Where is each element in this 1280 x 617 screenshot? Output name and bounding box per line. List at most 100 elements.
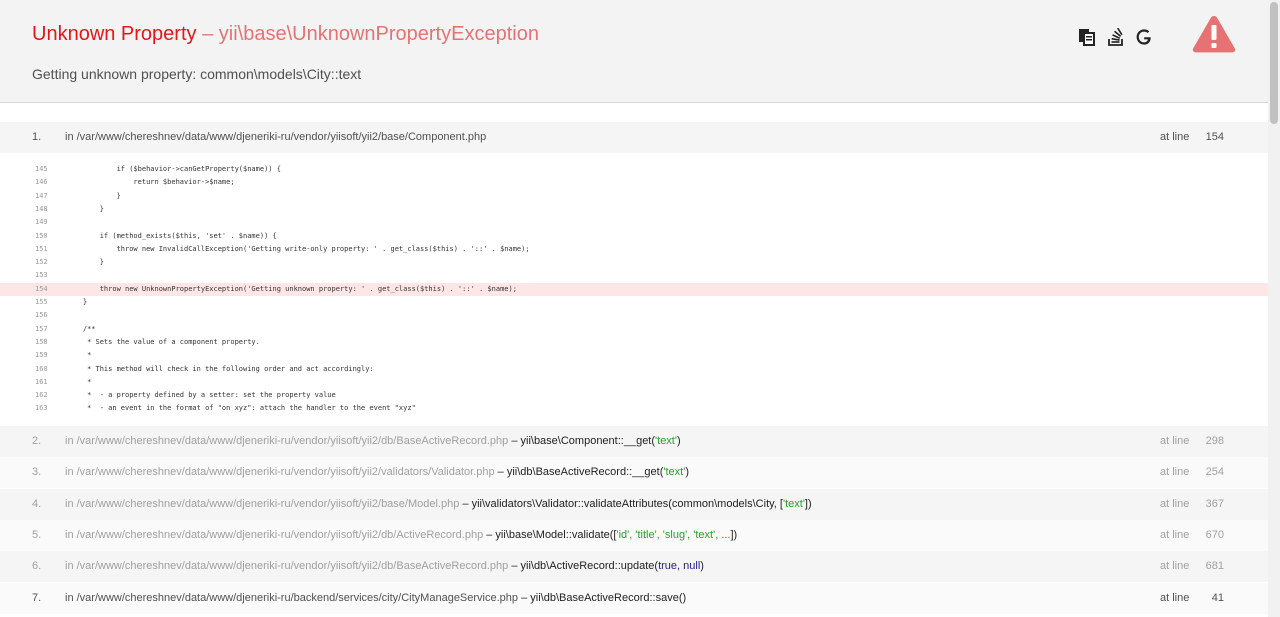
code-line: 161 * (0, 376, 1268, 389)
code-line-text: if ($behavior->canGetProperty($name)) { (66, 165, 281, 173)
frame-args: 'text' (782, 498, 805, 510)
code-line-text: return $behavior->$name; (66, 178, 235, 187)
frame-at-line-label: at line (1160, 498, 1190, 510)
stack-frame-3[interactable]: 3. in /var/www/chereshnev/data/www/djener… (0, 457, 1268, 488)
code-line-number: 152 (35, 258, 48, 267)
code-line-number: 147 (35, 191, 48, 200)
code-line: 156 (0, 309, 1268, 322)
frame-close: ) (676, 435, 681, 447)
code-line-text: } (66, 298, 88, 306)
code-line-text: * - a property defined by a setter: set … (66, 391, 336, 400)
frame-method: yii\db\ActiveRecord::update( (520, 560, 659, 572)
code-line: 157 /** (0, 323, 1268, 336)
frame-file: in /var/www/chereshnev/data/www/djenerik… (65, 131, 487, 143)
frame-line-number: 254 (1205, 466, 1224, 478)
frame-close: ]) (804, 498, 812, 510)
code-line: 163 * - an event in the format of "on xy… (0, 402, 1268, 415)
frame-separator: – (508, 435, 521, 447)
frame-separator: – (459, 498, 472, 510)
page-title: Unknown Property – yii\base\UnknownPrope… (32, 23, 539, 46)
frame-line-number: 670 (1205, 529, 1224, 541)
vertical-scrollbar[interactable] (1268, 0, 1280, 617)
code-line-number: 156 (35, 311, 48, 320)
frame-at-line-label: at line (1160, 529, 1190, 541)
frame-file: in /var/www/chereshnev/data/www/djenerik… (65, 466, 495, 478)
code-line-text: /** (66, 324, 96, 333)
frame-location: in /var/www/chereshnev/data/www/djenerik… (65, 583, 686, 614)
scrollbar-thumb[interactable] (1270, 2, 1278, 124)
copy-icon[interactable] (1078, 28, 1096, 46)
code-line-number: 151 (35, 244, 48, 253)
frame-method: yii\validators\Validator::validateAttrib… (471, 498, 783, 510)
frame-file: in /var/www/chereshnev/data/www/djenerik… (65, 498, 460, 510)
code-line: 149 (0, 216, 1268, 229)
frame-method: yii\base\Model::validate([ (495, 529, 617, 541)
frame-at-line-label: at line (1160, 466, 1190, 478)
code-line: 159 * (0, 349, 1268, 362)
code-line-number: 163 (35, 404, 48, 413)
stack-frame-7[interactable]: 7. in /var/www/chereshnev/data/www/djener… (0, 583, 1268, 614)
code-line: 158 * Sets the value of a component prop… (0, 336, 1268, 349)
frame-line-number: 367 (1205, 498, 1224, 510)
code-line: 145 if ($behavior->canGetProperty($name)… (0, 163, 1268, 176)
frame-number: 6. (32, 560, 42, 572)
frame-line-number: 681 (1205, 560, 1224, 572)
frame-number: 4. (32, 498, 42, 510)
frame-number: 3. (32, 466, 42, 478)
frame-separator: – (483, 529, 496, 541)
frame-args: 'text' (655, 435, 677, 447)
frame-location: in /var/www/chereshnev/data/www/djenerik… (65, 426, 681, 457)
code-line-text: } (66, 204, 104, 213)
code-line-number: 159 (35, 351, 48, 360)
code-line: 152 } (0, 256, 1268, 269)
code-line-text: * - an event in the format of "on xyz": … (66, 404, 416, 413)
title-separator: – (196, 23, 219, 45)
frame-number: 2. (32, 435, 42, 447)
code-line-text: } (66, 258, 104, 267)
stack-frame-1[interactable]: 1. in /var/www/chereshnev/data/www/djene… (0, 122, 1268, 153)
code-line: 160 * This method will check in the foll… (0, 363, 1268, 376)
code-line-number: 148 (35, 204, 48, 213)
frame-method: yii\db\BaseActiveRecord::__get( (506, 466, 664, 478)
frame-method: yii\db\BaseActiveRecord::save() (530, 592, 687, 604)
frame-method: yii\base\Component::__get( (520, 435, 656, 447)
code-line-number: 149 (35, 218, 48, 227)
code-line-text: } (66, 191, 121, 200)
exception-name: Unknown Property (32, 23, 197, 45)
frame-close: ) (685, 466, 689, 478)
stackoverflow-icon[interactable] (1107, 28, 1125, 46)
frame-args: 'id', 'title', 'slug', 'text', ... (616, 529, 731, 541)
frame-line-number: 41 (1211, 592, 1224, 604)
stack-frame-5[interactable]: 5. in /var/www/chereshnev/data/www/djener… (0, 520, 1268, 551)
exception-message: Getting unknown property: common\models\… (32, 66, 362, 82)
frame-line-number: 154 (1205, 131, 1224, 143)
code-line: 148 } (0, 203, 1268, 216)
code-line: 162 * - a property defined by a setter: … (0, 389, 1268, 402)
code-line-number: 145 (35, 165, 48, 173)
code-line-number: 154 (35, 284, 48, 293)
frame-close: ) (700, 560, 704, 572)
error-header: Unknown Property – yii\base\UnknownPrope… (0, 0, 1268, 103)
stack-frame-4[interactable]: 4. in /var/www/chereshnev/data/www/djener… (0, 489, 1268, 520)
code-line: 146 return $behavior->$name; (0, 176, 1268, 189)
frame-args: 'text' (663, 466, 686, 478)
frame-number: 7. (32, 592, 42, 604)
frame-location: in /var/www/chereshnev/data/www/djenerik… (65, 489, 812, 520)
code-line-number: 160 (35, 364, 48, 373)
stack-frame-6[interactable]: 6. in /var/www/chereshnev/data/www/djener… (0, 551, 1268, 582)
google-icon[interactable] (1135, 28, 1153, 46)
frame-at-line-label: at line (1160, 435, 1190, 447)
frame-location: in /var/www/chereshnev/data/www/djenerik… (65, 457, 689, 488)
frame-line-number: 298 (1205, 435, 1224, 447)
stack-frame-2[interactable]: 2. in /var/www/chereshnev/data/www/djener… (0, 426, 1268, 457)
warning-icon (1191, 14, 1237, 54)
code-line: 150 if (method_exists($this, 'set' . $na… (0, 230, 1268, 243)
code-snippet: 145 if ($behavior->canGetProperty($name)… (0, 155, 1268, 425)
frame-separator: – (508, 560, 521, 572)
code-line-text: throw new UnknownPropertyException('Gett… (66, 284, 517, 293)
code-line-number: 161 (35, 377, 48, 386)
frame-separator: – (494, 466, 507, 478)
code-line-text: if (method_exists($this, 'set' . $name))… (66, 231, 277, 240)
code-line-number: 158 (35, 337, 48, 346)
frame-at-line-label: at line (1160, 560, 1190, 572)
